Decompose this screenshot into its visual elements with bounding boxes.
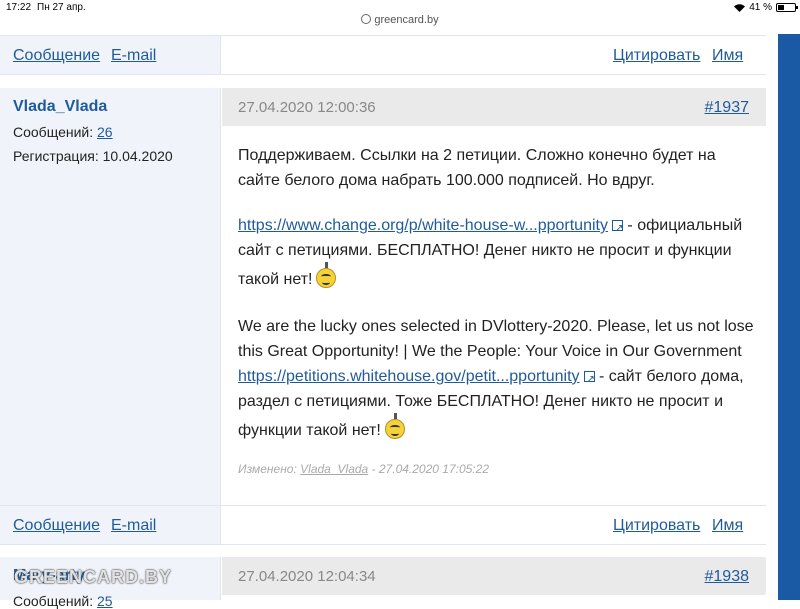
battery-icon (776, 3, 798, 12)
message-link[interactable]: Сообщение (13, 517, 100, 535)
wifi-icon (734, 3, 746, 12)
post-date: 27.04.2020 12:00:36 (238, 99, 376, 116)
status-date: Пн 27 апр. (37, 2, 86, 13)
post-actions-row: Сообщение E-mail Цитировать Имя (0, 35, 766, 75)
status-time: 17:22 (6, 2, 32, 13)
post-date: 27.04.2020 12:04:34 (238, 568, 376, 585)
edited-by-link[interactable]: Vlada_Vlada (300, 462, 368, 476)
email-link[interactable]: E-mail (111, 517, 156, 535)
forum-post: Vlada_Vlada Сообщений: 26 Регистрация: 1… (0, 88, 766, 505)
post-header: 27.04.2020 12:04:34 #1938 (222, 557, 766, 595)
author-name[interactable]: Vlada_Vlada (13, 98, 107, 116)
address-bar[interactable]: greencard.by (0, 14, 800, 26)
email-link[interactable]: E-mail (111, 47, 156, 65)
quote-link[interactable]: Цитировать (613, 47, 700, 65)
clock-icon (361, 14, 372, 24)
message-link[interactable]: Сообщение (13, 47, 100, 65)
petition-link-whitehouse[interactable]: https://petitions.whitehouse.gov/petit..… (238, 368, 580, 385)
post-paragraph: https://www.change.org/p/white-house-w..… (238, 213, 758, 292)
messages-count-link[interactable]: 26 (97, 124, 113, 140)
battery-percent: 41 % (749, 2, 772, 13)
smiley-icon (316, 262, 337, 288)
external-link-icon (583, 367, 595, 392)
post-header: 27.04.2020 12:00:36 #1937 (222, 88, 766, 126)
post-number-link[interactable]: #1938 (705, 568, 750, 586)
quote-link[interactable]: Цитировать (613, 517, 700, 535)
status-indicators: 41 % (734, 2, 798, 13)
smiley-icon (384, 413, 405, 439)
status-bar: 17:22 Пн 27 апр. greencard.by 41 % (0, 0, 800, 34)
messages-count-link[interactable]: 25 (97, 593, 113, 609)
post-body: Поддерживаем. Ссылки на 2 петиции. Сложн… (222, 126, 766, 505)
edited-note: Изменено: Vlada_Vlada - 27.04.2020 17:05… (238, 462, 489, 476)
author-panel: Vlada_Vlada Сообщений: 26 Регистрация: 1… (0, 88, 221, 505)
name-link[interactable]: Имя (712, 47, 743, 65)
registration-date: Регистрация: 10.04.2020 (13, 148, 173, 164)
address-url: greencard.by (374, 14, 439, 26)
messages-count: Сообщений: 25 (13, 593, 113, 609)
watermark-logo: GREENCARD.BY (14, 567, 173, 587)
petition-link-change[interactable]: https://www.change.org/p/white-house-w..… (238, 217, 608, 234)
post-paragraph: Поддерживаем. Ссылки на 2 петиции. Сложн… (238, 147, 716, 189)
page-side-bar (778, 34, 800, 600)
post-actions-row: Сообщение E-mail Цитировать Имя (0, 505, 766, 545)
post-paragraph: We are the lucky ones selected in DVlott… (238, 314, 758, 443)
messages-count: Сообщений: 26 (13, 124, 113, 140)
post-number-link[interactable]: #1937 (705, 99, 750, 117)
external-link-icon (611, 216, 623, 241)
name-link[interactable]: Имя (712, 517, 743, 535)
